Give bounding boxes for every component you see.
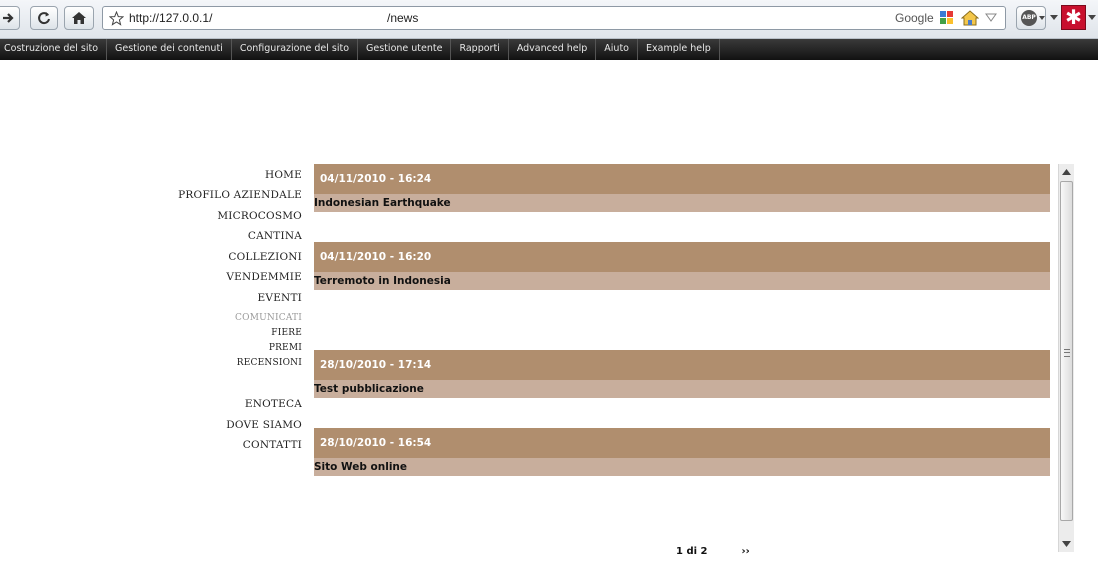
forward-arrow-icon [3,13,14,23]
google-toolbar-icon[interactable] [939,10,955,26]
nav-item-fiere[interactable]: FIERE [271,328,302,338]
bookmark-star-icon[interactable] [109,11,124,26]
nav-item-recensioni[interactable]: RECENSIONI [237,358,302,368]
adblock-icon: ABP [1021,10,1037,26]
url-dropdown-arrow-icon[interactable] [985,12,997,22]
nav-item-eventi[interactable]: EVENTI [258,292,302,304]
admin-menu-advanced-help[interactable]: Advanced help [509,39,597,60]
nav-item-premi[interactable]: PREMI [269,343,302,353]
nav-item-profilo-aziendale[interactable]: PROFILO AZIENDALE [178,189,302,201]
pager: 1 di 2 ›› [676,546,750,554]
forward-button[interactable] [0,6,20,30]
news-title-link[interactable]: Terremoto in Indonesia [314,272,1050,290]
home-icon [72,12,86,24]
content-scrollbar[interactable] [1058,164,1074,552]
address-bar[interactable]: http://127.0.0.1/ /news Google [102,6,1006,30]
admin-menu-rapporti[interactable]: Rapporti [451,39,509,60]
adblock-button[interactable]: ABP [1016,6,1046,30]
news-item: 28/10/2010 - 17:14 Test pubblicazione [314,350,1050,398]
nav-item-collezioni[interactable]: COLLEZIONI [228,251,302,263]
browser-toolbar: http://127.0.0.1/ /news Google ABP ✱ [0,0,1098,39]
news-title-link[interactable]: Test pubblicazione [314,380,1050,398]
admin-menu-aiuto[interactable]: Aiuto [596,39,638,60]
news-item: 04/11/2010 - 16:20 Terremoto in Indonesi… [314,242,1050,290]
nav-item-dove-siamo[interactable]: DOVE SIAMO [226,419,302,431]
nav-item-enoteca[interactable]: ENOTECA [245,398,302,410]
news-date: 28/10/2010 - 16:54 [314,428,1050,458]
news-title-link[interactable]: Sito Web online [314,458,1050,476]
extension-asterisk-icon[interactable]: ✱ [1061,5,1086,30]
nav-item-cantina[interactable]: CANTINA [248,230,302,242]
admin-menu-configurazione-del-sito[interactable]: Configurazione del sito [232,39,359,60]
admin-menu-costruzione-del-sito[interactable]: Costruzione del sito [0,39,108,60]
admin-menu-example-help[interactable]: Example help [638,39,720,60]
admin-menu-gestione-dei-contenuti[interactable]: Gestione dei contenuti [107,39,232,60]
url-host: http://127.0.0.1/ [129,11,213,25]
news-date: 04/11/2010 - 16:20 [314,242,1050,272]
chevron-down-icon [1039,16,1045,20]
pager-next-link[interactable]: ›› [741,546,749,554]
nav-item-contatti[interactable]: CONTATTI [243,439,302,451]
url-path: /news [387,11,419,25]
search-engine-label: Google [895,11,934,25]
news-item: 28/10/2010 - 16:54 Sito Web online [314,428,1050,476]
scrollbar-thumb[interactable] [1060,181,1073,521]
nav-item-vendemmie[interactable]: VENDEMMIE [226,271,302,283]
reload-button[interactable] [30,6,58,30]
home-button[interactable] [64,6,94,30]
admin-menu-bar: Costruzione del sito Gestione dei conten… [0,39,1098,60]
nav-item-comunicati[interactable]: COMUNICATI [235,313,302,323]
admin-menu-gestione-utente[interactable]: Gestione utente [358,39,452,60]
scrollbar-grip-icon [1064,349,1070,357]
chevron-down-icon[interactable] [1050,15,1058,20]
nav-item-home[interactable]: HOME [265,169,302,181]
house-icon[interactable] [961,10,979,26]
scroll-up-arrow-icon[interactable] [1062,169,1071,175]
news-date: 28/10/2010 - 17:14 [314,350,1050,380]
scroll-down-arrow-icon[interactable] [1062,541,1071,547]
reload-icon [38,12,50,25]
nav-item-microcosmo[interactable]: MICROCOSMO [217,210,302,222]
pager-status: 1 di 2 [676,546,708,554]
news-item: 04/11/2010 - 16:24 Indonesian Earthquake [314,164,1050,212]
news-title-link[interactable]: Indonesian Earthquake [314,194,1050,212]
news-date: 04/11/2010 - 16:24 [314,164,1050,194]
chevron-down-icon[interactable] [1088,15,1096,20]
